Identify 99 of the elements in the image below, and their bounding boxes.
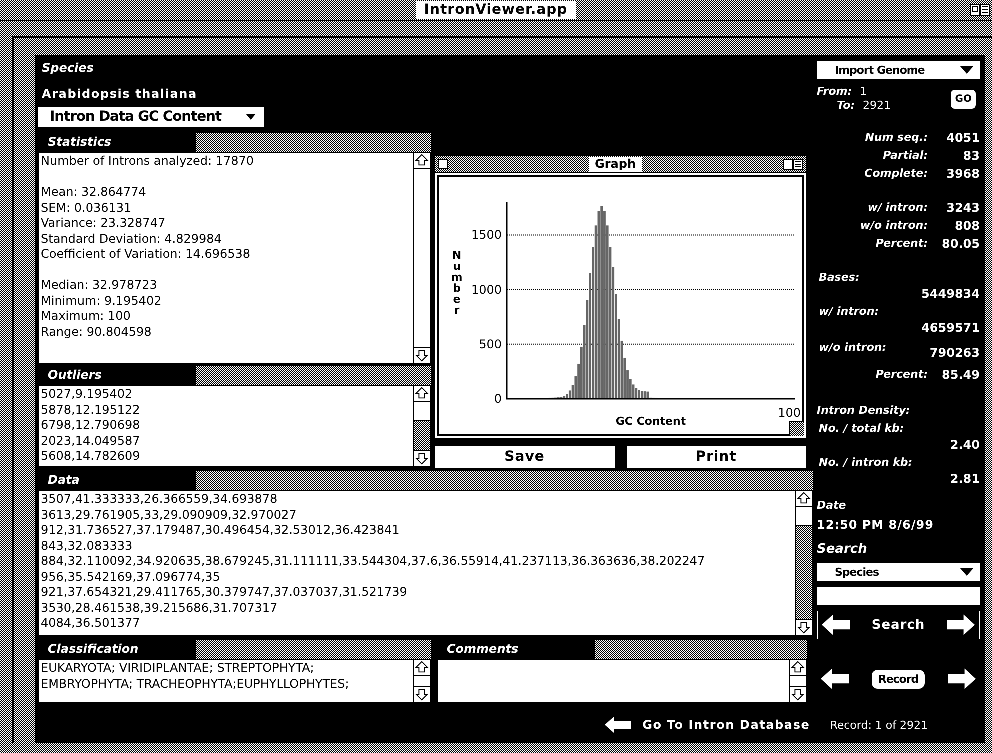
stat-label: No. / total kb: [819, 421, 906, 437]
outlier-row-text: 5878,12.195122 [41, 402, 142, 418]
outlier-row-text: 5027,9.195402 [41, 387, 134, 402]
scroll-down-arrow-icon[interactable] [414, 686, 430, 702]
stat-value: 808 [954, 218, 980, 235]
x-axis-end-label: 100 [778, 406, 801, 420]
search-field[interactable] [817, 587, 980, 605]
search-label: Search [817, 542, 868, 557]
zoom-box-icon[interactable] [783, 158, 803, 170]
right-arrow-icon[interactable] [948, 668, 976, 690]
date-label: Date [817, 498, 848, 514]
stat-label: Percent: [876, 367, 928, 383]
data-row-text: 3530,28.461538,39.215686,31.707317 [41, 600, 279, 616]
statistic-line: Minimum: 9.195402 [41, 294, 163, 309]
stat-label: Num seq.: [865, 130, 928, 146]
from-label: From: [817, 85, 852, 99]
data-row-text: 956,35.542169,37.096774,35 [41, 570, 222, 585]
y-tick-label: 1000 [471, 282, 502, 297]
outlier-row-text: 5608,14.782609 [41, 449, 142, 464]
stat-heading: Intron Density: [817, 404, 910, 417]
window-title: IntronViewer.app [416, 1, 576, 19]
scroll-thumb[interactable] [796, 507, 812, 526]
stat-label: Percent: [876, 236, 928, 252]
search-button[interactable]: Search [872, 618, 926, 632]
statistic-line: Median: 32.978723 [41, 278, 158, 294]
right-arrow-icon[interactable] [946, 614, 975, 636]
close-box-icon[interactable] [438, 159, 448, 169]
to-value: 2921 [863, 99, 892, 113]
stat-value: 3243 [946, 200, 980, 217]
outlier-row-text: 6798,12.790698 [41, 418, 142, 434]
import-dropdown[interactable]: Import Genome [817, 61, 980, 79]
left-arrow-icon[interactable] [822, 614, 850, 636]
y-tick-label: 0 [494, 392, 502, 406]
stat-label: w/ intron: [819, 304, 880, 320]
statistic-line: Maximum: 100 [41, 309, 132, 324]
data-row-text: 843,32.083333 [41, 538, 134, 554]
statistic-line: Standard Deviation: 4.829984 [41, 232, 223, 247]
action-button[interactable]: Save [434, 445, 616, 469]
stat-value: 3968 [946, 166, 980, 183]
classification-line: EUKARYOTA; VIRIDIPLANTAE; STREPTOPHYTA; [41, 661, 316, 676]
scroll-down-arrow-icon[interactable] [414, 347, 430, 363]
data-row-text: 921,37.654321,29.411765,30.379747,37.037037,31.521739 [41, 585, 408, 600]
record-button[interactable]: Record [872, 670, 925, 688]
y-tick-label: 1500 [471, 228, 502, 242]
statistic-line: Number of Introns analyzed: 17870 [41, 154, 256, 170]
from-value: 1 [860, 85, 868, 99]
scroll-up-arrow-icon[interactable] [414, 660, 430, 676]
species-name: Arabidopsis thaliana [42, 87, 198, 101]
data-row-text: 912,31.736527,37.179487,30.496454,32.53012,36.423841 [41, 523, 401, 538]
data-row-text: 4084,36.501377 [41, 616, 142, 632]
stat-value: 4051 [946, 130, 980, 147]
action-button[interactable]: Print [626, 445, 807, 469]
stat-label: w/o intron: [819, 340, 887, 356]
stat-label: Partial: [883, 148, 928, 164]
data-row-text: 3613,29.761905,33,29.090909,32.970027 [41, 508, 298, 523]
stat-label: Bases: [819, 270, 861, 286]
left-arrow-icon[interactable] [604, 717, 631, 733]
scroll-thumb[interactable] [414, 402, 430, 421]
y-tick-label: 500 [479, 337, 502, 352]
statistic-line: Variance: 23.328747 [41, 216, 167, 232]
classification-line: EMBRYOPHYTA; TRACHEOPHYTA;EUPHYLLOPHYTES; [41, 676, 350, 692]
caret-icon [960, 66, 974, 74]
y-axis-title: Number [451, 249, 463, 317]
stat-value: 2.40 [949, 437, 980, 454]
statistic-line: SEM: 0.036131 [41, 200, 133, 216]
stat-value: 2.81 [949, 471, 980, 488]
stat-value: 4659571 [922, 320, 980, 337]
stat-label: w/ intron: [868, 200, 928, 216]
stat-value: 83 [962, 148, 980, 165]
species-label: Species [42, 61, 95, 75]
statistic-line: Mean: 32.864774 [41, 185, 148, 200]
outlier-row-text: 2023,14.049587 [41, 434, 142, 449]
statistic-line: Range: 90.804598 [41, 324, 153, 340]
caret-icon [246, 114, 256, 120]
data-row-text: 3507,41.333333,26.366559,34.693878 [41, 492, 279, 508]
stat-label: No. / intron kb: [819, 455, 914, 471]
to-label: To: [837, 99, 856, 113]
resize-handle[interactable] [789, 421, 804, 436]
scroll-down-arrow-icon[interactable] [414, 450, 430, 466]
stat-value: 790263 [930, 345, 980, 362]
search-dropdown[interactable]: Species [817, 563, 980, 581]
statistic-line: Coefficient of Variation: 14.696538 [41, 247, 252, 262]
x-axis-title: GC Content [616, 415, 686, 428]
stat-value: 85.49 [941, 367, 980, 384]
left-arrow-icon[interactable] [821, 668, 849, 690]
graph-title: Graph [589, 156, 642, 172]
dataset-dropdown[interactable]: Intron Data GC Content [38, 107, 264, 127]
go-button[interactable]: GO [951, 90, 976, 108]
database-link[interactable]: Go To Intron Database [642, 718, 810, 732]
scroll-down-arrow-icon[interactable] [796, 619, 812, 635]
record-counter: Record: 1 of 2921 [830, 718, 928, 732]
data-row-text: 884,32.110092,34.920635,38.679245,31.111111,33.544304,37.6,36.55914,41.237113,36.363636,38.202247 [41, 554, 706, 570]
date-value: 12:50 PM 8/6/99 [817, 518, 935, 532]
caret-icon [960, 568, 974, 576]
zoom-box-icon[interactable] [970, 4, 990, 16]
stat-label: w/o intron: [860, 218, 928, 234]
stat-value: 80.05 [941, 236, 980, 253]
stat-label: Complete: [864, 166, 928, 182]
stat-value: 5449834 [922, 286, 980, 303]
